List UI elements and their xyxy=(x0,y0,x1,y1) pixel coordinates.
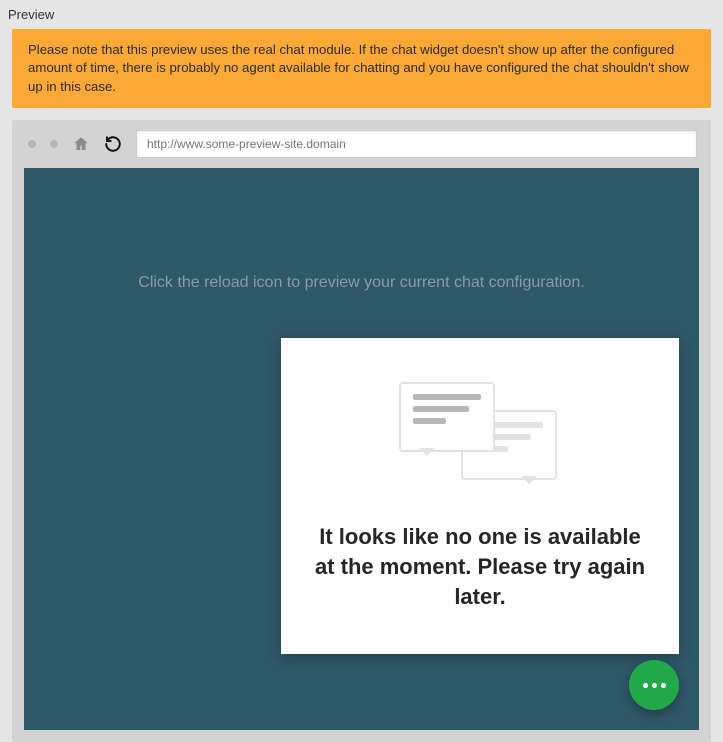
section-title: Preview xyxy=(0,0,723,29)
more-horizontal-icon xyxy=(643,683,648,688)
preview-hint-text: Click the reload icon to preview your cu… xyxy=(24,274,699,292)
more-horizontal-icon xyxy=(661,683,666,688)
chat-bubbles-illustration-icon xyxy=(395,378,565,488)
home-icon[interactable] xyxy=(72,135,90,153)
preview-viewport: Click the reload icon to preview your cu… xyxy=(24,168,699,730)
address-bar-input[interactable] xyxy=(136,130,697,158)
more-horizontal-icon xyxy=(652,683,657,688)
preview-warning-alert: Please note that this preview uses the r… xyxy=(12,29,711,108)
chat-unavailable-message: It looks like no one is available at the… xyxy=(305,522,655,611)
browser-preview-frame: Click the reload icon to preview your cu… xyxy=(12,120,711,742)
browser-toolbar xyxy=(12,120,711,168)
window-dot-1 xyxy=(28,140,36,148)
window-dot-2 xyxy=(50,140,58,148)
reload-icon[interactable] xyxy=(104,135,122,153)
chat-fab-button[interactable] xyxy=(629,660,679,710)
chat-widget-card: It looks like no one is available at the… xyxy=(281,338,679,654)
